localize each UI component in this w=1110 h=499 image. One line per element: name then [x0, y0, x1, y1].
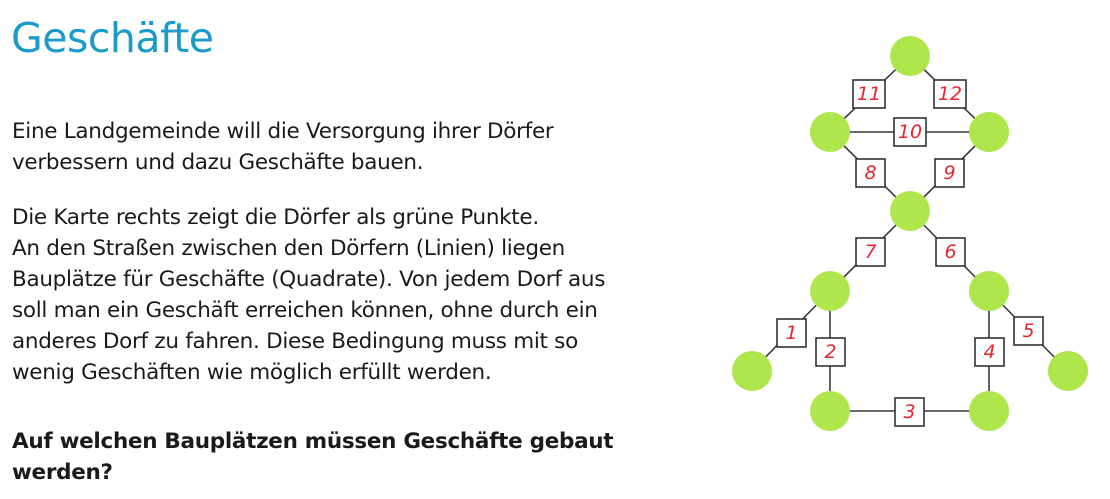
lot-8: 8: [855, 158, 886, 188]
lot-1: 1: [776, 318, 807, 348]
lot-number: 2: [824, 341, 836, 363]
lot-7: 7: [855, 237, 886, 267]
lot-number: 1: [785, 322, 797, 344]
rules-line: Die Karte rechts zeigt die Dörfer als gr…: [12, 205, 539, 230]
lot-number: 5: [1022, 320, 1034, 342]
lot-12: 12: [933, 79, 967, 109]
question-line: werden?: [12, 460, 113, 485]
village: [1048, 351, 1088, 391]
rules-line: soll man ein Geschäft erreichen können, …: [12, 298, 598, 323]
village: [810, 112, 850, 152]
village: [810, 271, 850, 311]
lot-number: 6: [944, 241, 956, 263]
village: [890, 191, 930, 231]
lot-number: 9: [943, 162, 955, 184]
rules-line: wenig Geschäften wie möglich erfüllt wer…: [12, 360, 492, 385]
lot-number: 10: [898, 121, 922, 143]
lot-2: 2: [815, 337, 846, 367]
village-map: 1 2 3 4 5 6 7 8 9 10 11 12: [732, 36, 1088, 431]
page-title: Geschäfte: [11, 14, 214, 62]
lot-number: 7: [864, 241, 876, 263]
lot-4: 4: [974, 337, 1005, 367]
roads: [751, 55, 1069, 412]
lot-number: 4: [983, 341, 995, 363]
village: [969, 391, 1009, 431]
lot-6: 6: [935, 237, 966, 267]
rules-line: Bauplätze für Geschäfte (Quadrate). Von …: [12, 267, 606, 292]
question-line: Auf welchen Bauplätzen müssen Geschäfte …: [12, 429, 614, 454]
rules-line: anderes Dorf zu fahren. Diese Bedingung …: [12, 329, 578, 354]
village: [969, 271, 1009, 311]
lot-5: 5: [1013, 316, 1044, 346]
village: [890, 36, 930, 76]
lot-3: 3: [894, 397, 925, 427]
lot-number: 8: [864, 162, 876, 184]
lot-number: 12: [938, 83, 962, 105]
rules-line: An den Straßen zwischen den Dörfern (Lin…: [12, 236, 566, 261]
lot-number: 3: [903, 401, 915, 423]
lot-10: 10: [893, 117, 927, 147]
question: Auf welchen Bauplätzen müssen Geschäfte …: [12, 426, 614, 488]
village: [732, 351, 772, 391]
intro-line: Eine Landgemeinde will die Versorgung ih…: [12, 119, 554, 144]
village: [810, 391, 850, 431]
lot-11: 11: [852, 79, 886, 109]
intro-paragraph: Eine Landgemeinde will die Versorgung ih…: [12, 116, 554, 178]
lot-9: 9: [934, 158, 965, 188]
villages: [732, 36, 1088, 431]
rules-paragraph: Die Karte rechts zeigt die Dörfer als gr…: [12, 202, 605, 388]
intro-line: verbessern und dazu Geschäfte bauen.: [12, 150, 424, 175]
village: [969, 112, 1009, 152]
lot-number: 11: [857, 83, 881, 105]
